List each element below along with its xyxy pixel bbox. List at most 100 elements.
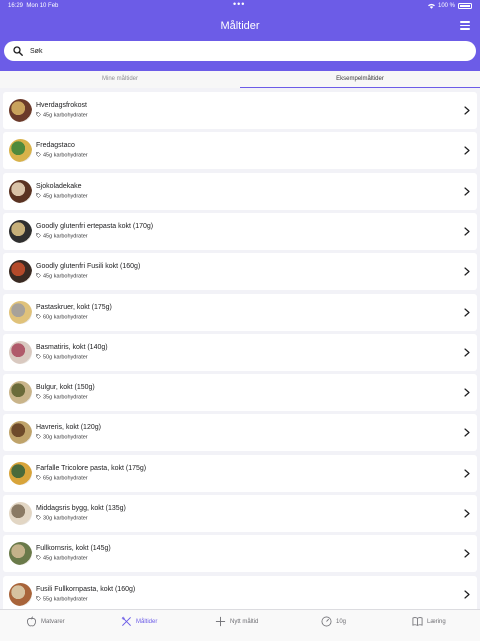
meal-row[interactable]: Goodly glutenfri Fusili kokt (160g) 45g k… — [3, 253, 477, 291]
meal-row[interactable]: Sjokoladekake 45g karbohydrater — [3, 172, 477, 210]
tag-icon — [36, 233, 41, 238]
wifi-icon — [427, 3, 435, 9]
meal-row[interactable]: Bulgur, kokt (150g) 35g karbohydrater — [3, 374, 477, 412]
meal-carbs: 50g karbohydrater — [36, 353, 88, 361]
meal-carbs-text: 45g karbohydrater — [43, 193, 88, 200]
tab-10g-label: 10g — [336, 618, 347, 625]
page-title: Måltider — [220, 20, 260, 32]
meal-thumbnail — [9, 421, 32, 445]
meal-thumbnail — [9, 502, 32, 525]
meal-carbs-text: 35g karbohydrater — [43, 394, 88, 401]
meal-carbs: 45g karbohydrater — [36, 112, 88, 119]
meal-carbs-text: 45g karbohydrater — [43, 152, 88, 159]
meal-row[interactable]: Farfalle Tricolore pasta, kokt (175g) 65g… — [3, 454, 477, 492]
meal-thumbnail — [9, 300, 32, 324]
search-input[interactable] — [30, 44, 450, 58]
chevron-right-icon[interactable] — [464, 428, 470, 437]
meal-carbs-text: 45g karbohydrater — [43, 555, 88, 562]
status-time: 16:29 Mon 10 Feb — [8, 3, 58, 9]
status-bar: 16:29 Mon 10 Feb ••• 100 % — [0, 0, 480, 12]
chevron-right-icon[interactable] — [464, 267, 470, 276]
meal-carbs-text: 65g karbohydrater — [43, 475, 88, 482]
segment-tabs: Mine måltider Eksempelmåltider — [0, 71, 480, 88]
meal-row[interactable]: Hverdagsfrokost 45g karbohydrater — [3, 92, 477, 129]
meal-row[interactable]: Fullkornsris, kokt (145g) 45g karbohydrat… — [3, 535, 477, 573]
chevron-right-icon[interactable] — [464, 106, 470, 115]
tab-laering[interactable]: Læring — [412, 616, 446, 627]
app-header: 16:29 Mon 10 Feb ••• 100 % Måltider — [0, 0, 480, 71]
meal-thumbnail — [9, 340, 32, 364]
meal-carbs-text: 45g karbohydrater — [43, 273, 88, 280]
gauge-icon — [321, 616, 332, 627]
battery-percent: 100 % — [437, 3, 455, 9]
tab-matvarer-label: Matvarer — [41, 618, 65, 625]
status-clock: 16:29 — [8, 3, 24, 9]
meal-name: Goodly glutenfri ertepasta kokt (170g) — [36, 222, 154, 230]
chevron-right-icon[interactable] — [464, 469, 470, 478]
meal-carbs-text: 45g karbohydrater — [43, 233, 88, 240]
tab-eksempelmaltider[interactable]: Eksempelmåltider — [240, 71, 480, 88]
tag-icon — [36, 434, 41, 440]
meal-row[interactable]: Middagsris bygg, kokt (135g) 30g karbohyd… — [3, 495, 477, 532]
tab-nytt-maltid[interactable]: Nytt måltid — [215, 616, 258, 627]
meal-row[interactable]: Havreris, kokt (120g) 30g karbohydrater — [3, 414, 477, 452]
meal-name: Sjokoladekake — [36, 182, 82, 190]
tag-icon — [36, 474, 41, 480]
tag-icon — [36, 112, 41, 117]
meal-thumbnail — [9, 219, 32, 243]
meal-carbs-text: 50g karbohydrater — [43, 354, 88, 361]
meal-thumbnail — [9, 139, 32, 163]
chevron-right-icon[interactable] — [464, 589, 470, 599]
meal-carbs-text: 55g karbohydrater — [43, 596, 88, 603]
meal-carbs: 45g karbohydrater — [36, 192, 88, 200]
chevron-right-icon[interactable] — [464, 227, 470, 236]
meal-thumbnail — [9, 260, 32, 284]
multitasking-dots-icon[interactable]: ••• — [233, 0, 245, 9]
tab-maltider[interactable]: Måltider — [121, 616, 157, 627]
meal-row[interactable]: Goodly glutenfri ertepasta kokt (170g) 45… — [3, 212, 477, 250]
meal-thumbnail — [9, 542, 32, 566]
chevron-right-icon[interactable] — [464, 307, 470, 317]
meal-thumbnail — [9, 461, 32, 485]
tag-icon — [36, 192, 41, 198]
tag-icon — [36, 353, 41, 359]
tag-icon — [36, 515, 41, 520]
status-right: 100 % — [427, 3, 472, 9]
meal-carbs: 45g karbohydrater — [36, 273, 88, 280]
tag-icon — [36, 152, 41, 158]
meal-carbs-text: 30g karbohydrater — [43, 515, 88, 522]
chevron-right-icon[interactable] — [464, 186, 470, 196]
tab-matvarer[interactable]: Matvarer — [26, 616, 65, 627]
tag-icon — [36, 394, 41, 400]
meal-thumbnail — [9, 582, 32, 606]
tag-icon — [36, 595, 41, 601]
meal-name: Hverdagsfrokost — [36, 102, 87, 109]
meal-row[interactable]: Fusili Fullkornpasta, kokt (160g) 55g kar… — [3, 575, 477, 613]
bottom-tab-bar: Matvarer Måltider Nytt måltid 10g Læring — [0, 609, 480, 641]
status-date: Mon 10 Feb — [26, 3, 59, 9]
tab-10g[interactable]: 10g — [321, 616, 346, 627]
meal-name: Fusili Fullkornpasta, kokt (160g) — [36, 585, 136, 593]
meal-carbs-text: 45g karbohydrater — [43, 112, 88, 119]
meal-name: Fullkornsris, kokt (145g) — [36, 545, 111, 553]
tab-maltider-label: Måltider — [136, 618, 158, 625]
chevron-right-icon[interactable] — [464, 549, 470, 558]
meal-name: Fredagstaco — [36, 142, 75, 150]
plus-icon — [215, 616, 226, 627]
chevron-right-icon[interactable] — [464, 348, 470, 357]
tab-mine-maltider[interactable]: Mine måltider — [0, 71, 240, 88]
meal-row[interactable]: Pastaskruer, kokt (175g) 60g karbohydrate… — [3, 293, 477, 331]
hamburger-icon[interactable] — [460, 21, 470, 31]
chevron-right-icon[interactable] — [464, 509, 470, 518]
meal-name: Pastaskruer, kokt (175g) — [36, 303, 112, 311]
meal-thumbnail — [9, 179, 32, 203]
tab-nytt-maltid-label: Nytt måltid — [230, 618, 259, 625]
tag-icon — [36, 313, 41, 319]
chevron-right-icon[interactable] — [464, 388, 470, 397]
chevron-right-icon[interactable] — [464, 146, 470, 155]
meal-row[interactable]: Fredagstaco 45g karbohydrater — [3, 132, 477, 170]
search-bar[interactable] — [4, 41, 476, 61]
meal-row[interactable]: Basmatiris, kokt (140g) 50g karbohydrater — [3, 333, 477, 371]
meal-name: Havreris, kokt (120g) — [36, 424, 101, 432]
meal-name: Farfalle Tricolore pasta, kokt (175g) — [36, 464, 147, 472]
